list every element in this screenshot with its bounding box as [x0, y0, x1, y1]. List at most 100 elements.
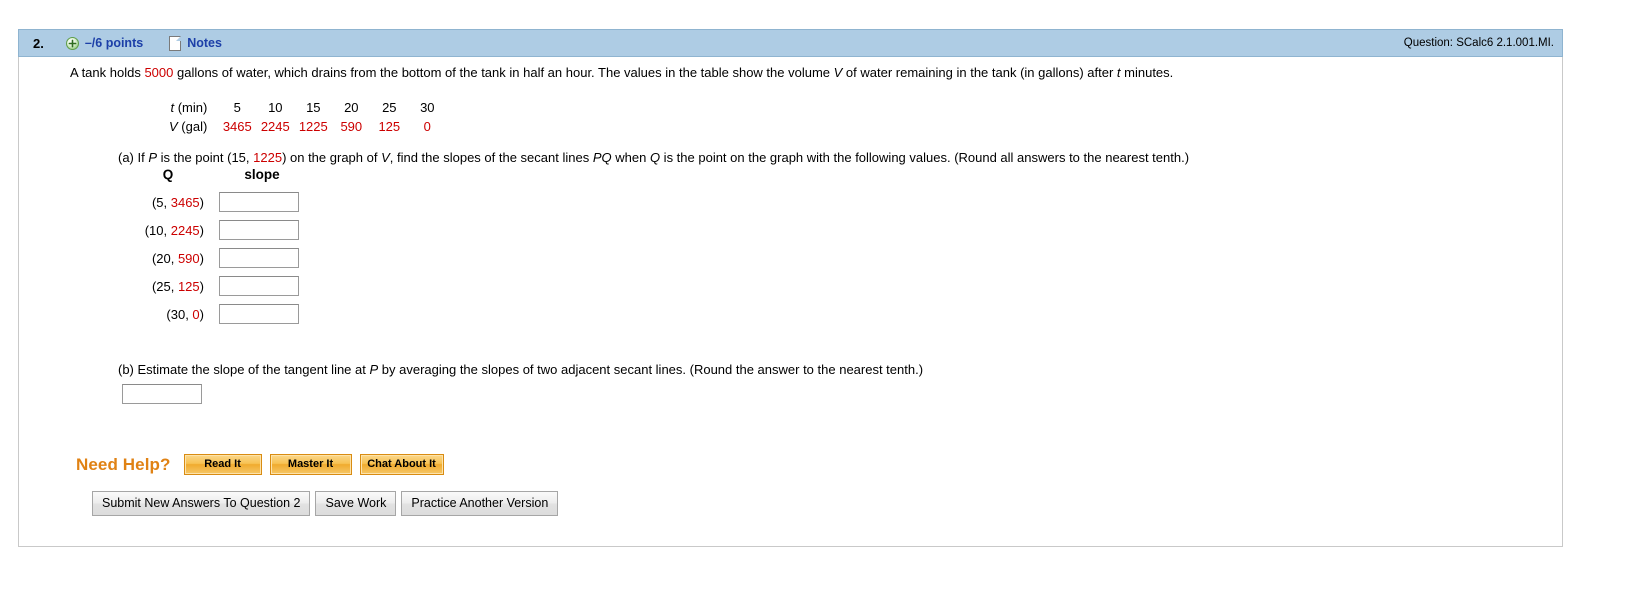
part-a-text-4: when	[611, 150, 650, 165]
question-content: A tank holds 5000 gallons of water, whic…	[19, 29, 1562, 546]
v-cell-4: 125	[378, 119, 401, 134]
q-point-0-prefix: (5,	[151, 194, 171, 210]
read-it-button[interactable]: Read It	[183, 454, 262, 475]
q-point-3: (25, 125)	[118, 272, 218, 300]
question-panel: A tank holds 5000 gallons of water, whic…	[18, 29, 1563, 547]
q-point-3-prefix: (25,	[151, 278, 178, 294]
v-row-unit: (gal)	[177, 119, 208, 134]
q-point-0-suffix: )	[199, 194, 204, 210]
need-help-label: Need Help?	[76, 454, 171, 474]
q-point-2-suffix: )	[199, 250, 204, 266]
table-row: (30, 0)	[118, 300, 300, 328]
problem-var-v: V	[833, 65, 843, 80]
problem-text-2: gallons of water, which drains from the …	[173, 65, 834, 80]
action-buttons-row: Submit New Answers To Question 2 Save Wo…	[92, 491, 563, 516]
part-a-text-3: , find the slopes of the secant lines	[389, 150, 593, 165]
t-cell-2: 15	[306, 100, 321, 115]
part-a-var-pq: PQ	[592, 150, 612, 165]
part-a-var-v: V	[381, 150, 390, 165]
table-header-row: Q slope	[118, 167, 300, 188]
part-a-text-5: is the point on the graph with the follo…	[660, 150, 1190, 165]
table-row: (5, 3465)	[118, 188, 300, 216]
q-point-0-value: 3465	[170, 194, 200, 210]
column-header-slope: slope	[244, 167, 280, 182]
header-left-group: 2. –/6 points Notes	[33, 35, 1404, 51]
q-point-2: (20, 590)	[118, 244, 218, 272]
slope-input-4[interactable]	[219, 304, 299, 324]
question-number: 2.	[33, 35, 44, 51]
t-cell-3: 20	[344, 100, 359, 115]
part-a-text-2: ) on the graph of	[282, 150, 382, 165]
t-row-label: t (min)	[169, 98, 218, 117]
table-row-v: V (gal) 3465 2245 1225 590 125 0	[169, 117, 446, 136]
points-label: –/6 points	[84, 36, 144, 50]
part-a-p-value: 1225	[253, 150, 283, 165]
slope-input-1[interactable]	[219, 220, 299, 240]
v-cell-1: 2245	[260, 119, 290, 134]
q-point-4-prefix: (30,	[166, 306, 193, 322]
part-a-var-q: Q	[649, 150, 661, 165]
slope-input-2[interactable]	[219, 248, 299, 268]
question-header-bar: 2. –/6 points Notes Question: SCalc6 2.1…	[18, 29, 1563, 57]
problem-text-3: of water remaining in the tank (in gallo…	[842, 65, 1117, 80]
notes-link[interactable]: Notes	[187, 36, 222, 50]
part-a-text-1: is the point (15,	[157, 150, 254, 165]
table-row: (20, 590)	[118, 244, 300, 272]
tangent-slope-input[interactable]	[122, 384, 202, 404]
notes-page-icon[interactable]	[169, 35, 182, 51]
part-a-var-p: P	[148, 150, 158, 165]
slope-cell-2	[218, 244, 300, 272]
q-point-4-value: 0	[192, 306, 200, 322]
v-cell-3: 590	[340, 119, 363, 134]
slope-cell-1	[218, 216, 300, 244]
t-row-unit: (min)	[174, 100, 208, 115]
q-point-2-value: 590	[177, 250, 200, 266]
t-cell-4: 25	[382, 100, 397, 115]
problem-capacity-value: 5000	[144, 65, 174, 80]
tv-data-table: t (min) 5 10 15 20 25 30 V (gal) 3465 22…	[169, 98, 446, 136]
q-point-2-prefix: (20,	[151, 250, 178, 266]
need-help-row: Need Help? Read It Master It Chat About …	[76, 454, 452, 475]
part-a-prompt: (a) If P is the point (15, 1225) on the …	[118, 150, 1189, 165]
slope-input-3[interactable]	[219, 276, 299, 296]
t-cell-1: 10	[268, 100, 283, 115]
t-cell-0: 5	[233, 100, 241, 115]
v-cell-2: 1225	[298, 119, 328, 134]
master-it-button[interactable]: Master It	[269, 454, 352, 475]
q-point-1-suffix: )	[199, 222, 204, 238]
problem-statement: A tank holds 5000 gallons of water, whic…	[70, 65, 1173, 80]
part-b-prefix: (b) Estimate the slope of the tangent li…	[118, 362, 370, 377]
problem-text-1: A tank holds	[70, 65, 145, 80]
plus-circle-icon[interactable]	[65, 36, 79, 50]
question-id-label: Question: SCalc6 2.1.001.MI.	[1403, 37, 1554, 49]
secant-slopes-table: Q slope (5, 3465) (10, 2245) (20, 590) (…	[118, 167, 300, 328]
practice-another-version-button[interactable]: Practice Another Version	[401, 491, 559, 516]
slope-cell-4	[218, 300, 300, 328]
q-point-4: (30, 0)	[118, 300, 218, 328]
chat-about-it-button[interactable]: Chat About It	[359, 454, 444, 475]
t-cell-5: 30	[420, 100, 435, 115]
part-b-prompt: (b) Estimate the slope of the tangent li…	[118, 362, 923, 377]
v-cell-5: 0	[423, 119, 431, 134]
submit-answers-button[interactable]: Submit New Answers To Question 2	[92, 491, 311, 516]
v-cell-0: 3465	[222, 119, 252, 134]
q-point-1: (10, 2245)	[118, 216, 218, 244]
table-row: (10, 2245)	[118, 216, 300, 244]
problem-text-4: minutes.	[1120, 65, 1174, 80]
column-header-q: Q	[162, 167, 174, 182]
table-row: (25, 125)	[118, 272, 300, 300]
slope-cell-3	[218, 272, 300, 300]
q-point-3-value: 125	[177, 278, 200, 294]
q-point-1-prefix: (10,	[144, 222, 171, 238]
v-row-var: V	[169, 119, 178, 134]
q-point-4-suffix: )	[199, 306, 204, 322]
table-row-t: t (min) 5 10 15 20 25 30	[169, 98, 446, 117]
part-b-text: by averaging the slopes of two adjacent …	[378, 362, 924, 377]
page-root: A tank holds 5000 gallons of water, whic…	[0, 0, 1632, 593]
part-b-var-p: P	[369, 362, 379, 377]
save-work-button[interactable]: Save Work	[315, 491, 397, 516]
slope-input-0[interactable]	[219, 192, 299, 212]
v-row-label: V (gal)	[169, 117, 218, 136]
q-point-3-suffix: )	[199, 278, 204, 294]
q-point-1-value: 2245	[170, 222, 200, 238]
